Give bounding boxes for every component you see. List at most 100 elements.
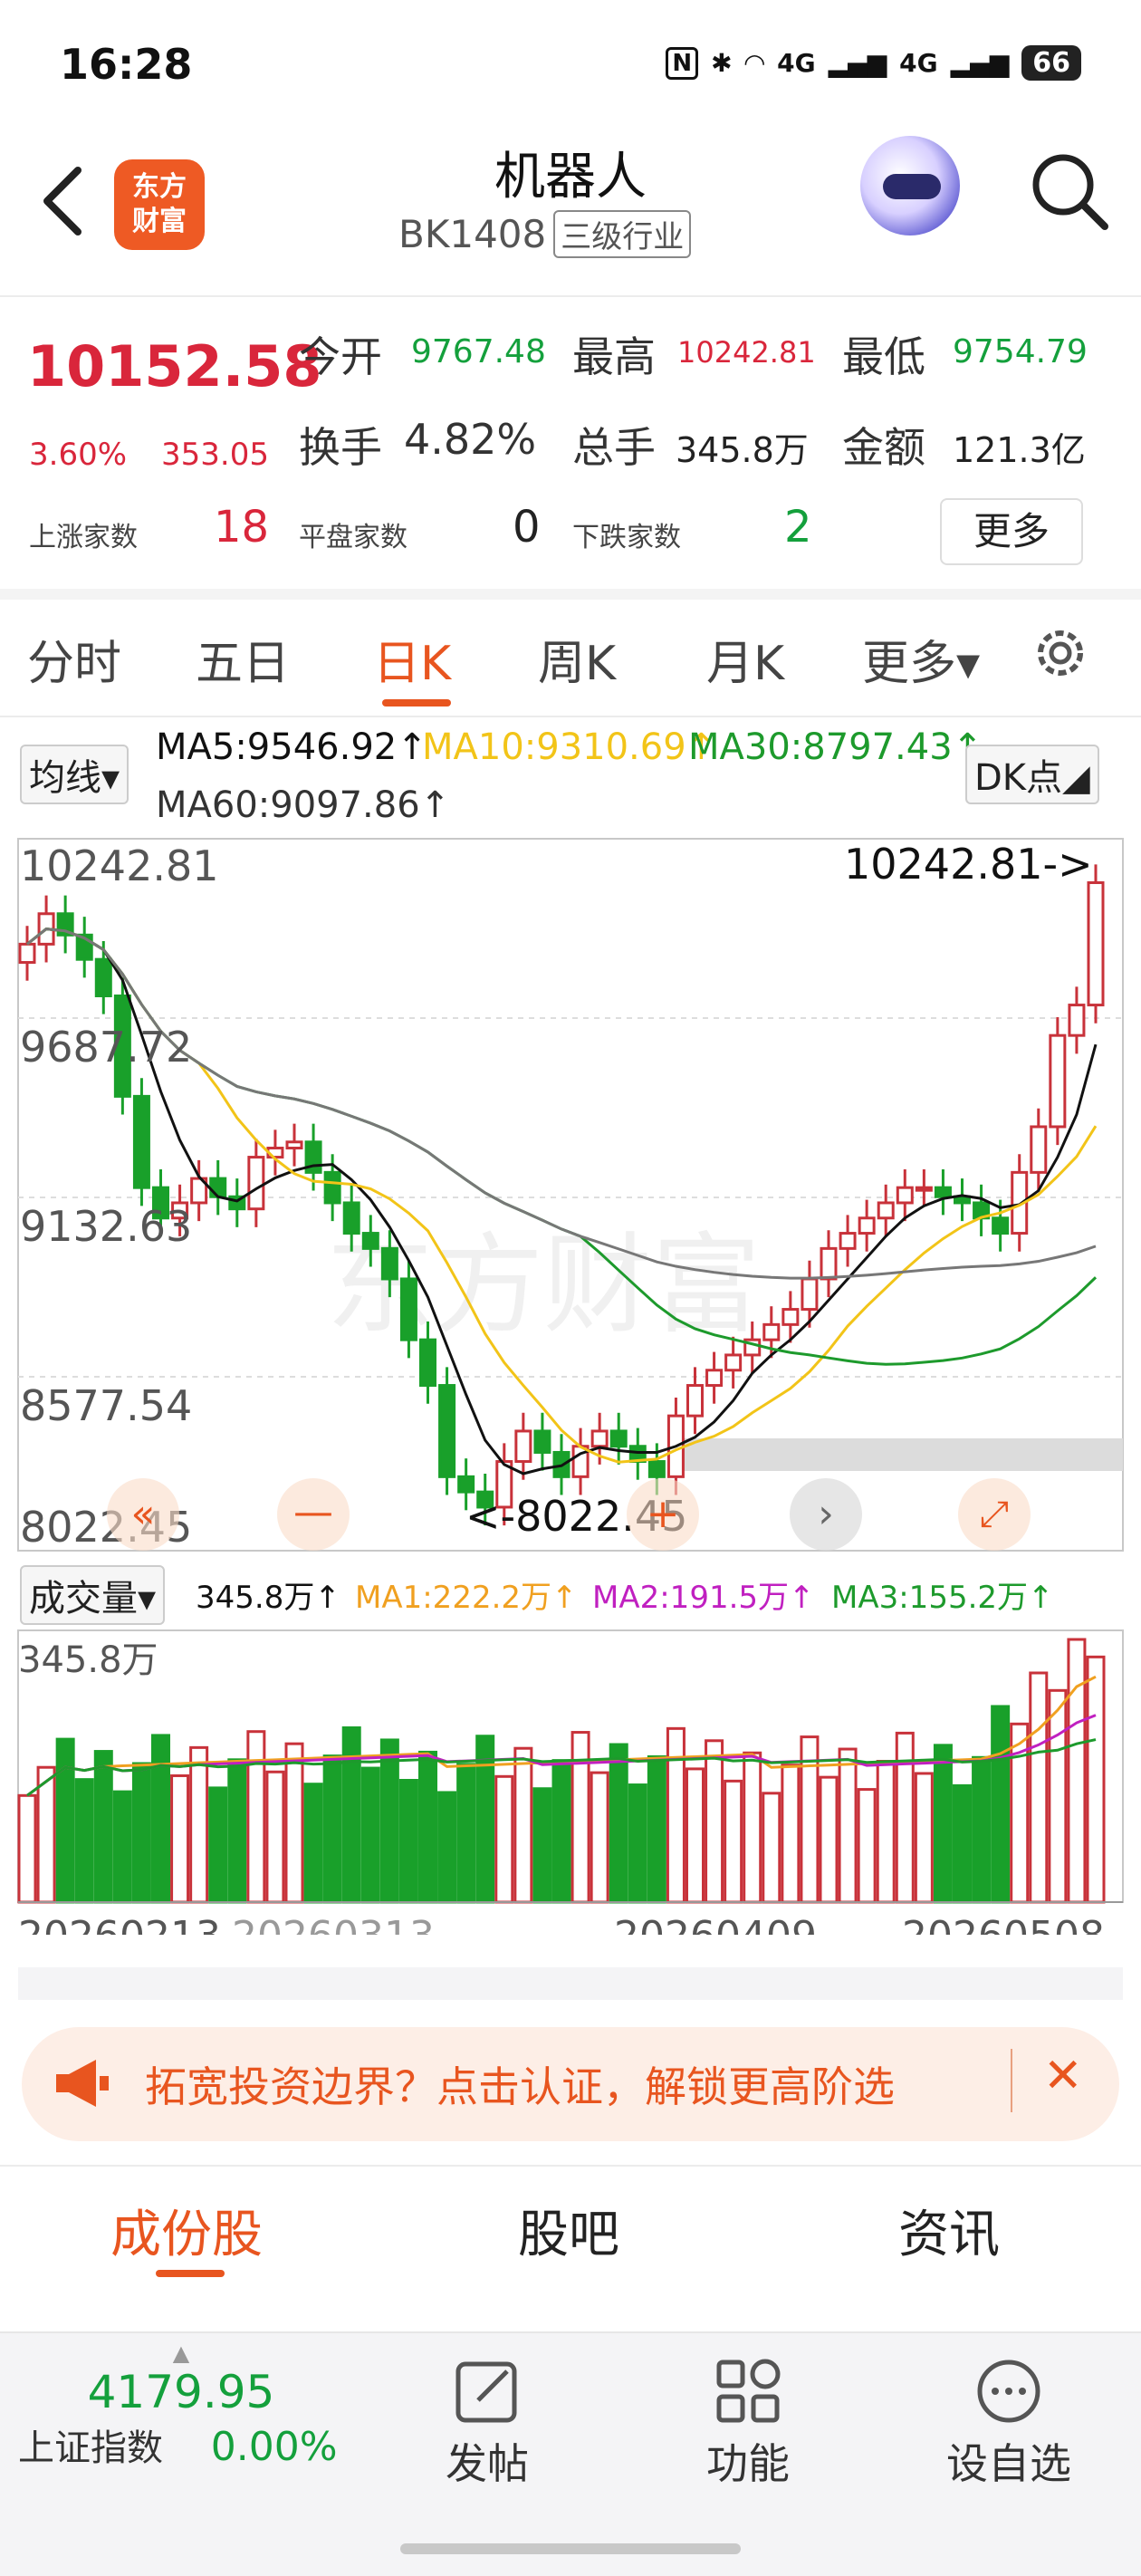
volume-bar (1048, 1688, 1068, 1904)
section-gap (0, 589, 1141, 600)
tab-five-day[interactable]: 五日 (196, 625, 290, 693)
candle-body (380, 1246, 398, 1281)
date-label-4: 20260508 (902, 1913, 1105, 1935)
candle-body (915, 1186, 933, 1192)
status-time: 16:28 (60, 40, 193, 89)
battery-icon: 66 (1021, 45, 1081, 81)
volume-bar (895, 1731, 915, 1904)
tab-constituents[interactable]: 成份股 (110, 2194, 263, 2267)
open-label: 今开 (299, 332, 382, 381)
candle-body (896, 1186, 914, 1205)
wifi-icon: ◠ (744, 48, 765, 78)
volume-bar (532, 1787, 552, 1904)
candle-body (399, 1277, 417, 1341)
sector-code: BK1408 (398, 212, 547, 256)
zoom-out-button[interactable]: — (277, 1478, 350, 1551)
volume-bar (322, 1754, 342, 1904)
more-button[interactable]: 更多 (940, 498, 1083, 565)
y-label-max: 10242.81 (20, 841, 219, 890)
volume-bar (208, 1786, 228, 1904)
dk-point-selector[interactable]: DK点◢ (965, 745, 1099, 804)
volume-bar (857, 1788, 877, 1904)
candle-body (590, 1429, 609, 1448)
volume-bar (647, 1754, 666, 1904)
volume-bar (628, 1783, 647, 1904)
expand-icon: ⤢ (980, 1494, 1009, 1535)
close-icon: ✕ (1043, 2049, 1083, 2103)
volume-bar (914, 1772, 934, 1904)
tab-intraday[interactable]: 分时 (27, 625, 121, 693)
volume-bar (437, 1791, 457, 1904)
tab-news[interactable]: 资讯 (898, 2194, 1000, 2267)
kline-chart[interactable]: 东方财富 10242.81 9687.72 9132.63 8577.54 80… (0, 833, 1141, 1558)
candle-body (705, 1369, 724, 1388)
chart-settings-button[interactable] (1029, 621, 1092, 688)
volume-bar (666, 1726, 686, 1904)
volume-label: 总手 (572, 423, 656, 472)
tab-monthly-k[interactable]: 月K (706, 625, 784, 693)
search-button[interactable] (1029, 150, 1110, 232)
candle-body (686, 1384, 704, 1418)
amount-value: 121.3亿 (953, 430, 1086, 470)
volume-bar (265, 1770, 285, 1904)
scroll-right-button[interactable]: › (790, 1478, 862, 1551)
banner-close-button[interactable]: ✕ (1043, 2049, 1083, 2103)
volume-bar (551, 1759, 571, 1904)
up-count: 18 (214, 502, 270, 553)
candle-body (1087, 881, 1105, 1007)
tab-weekly-k[interactable]: 周K (538, 625, 616, 693)
candle-body (209, 1177, 227, 1198)
tab-forum[interactable]: 股吧 (518, 2194, 619, 2267)
volume-bar (1086, 1655, 1106, 1904)
nav-post[interactable]: 发帖 (388, 2355, 587, 2491)
volume-bar (513, 1746, 533, 1904)
change-absolute: 353.05 (161, 437, 269, 473)
nfc-icon: N (666, 46, 699, 80)
current-price: 10152.58 (27, 333, 322, 399)
volume-indicator-selector[interactable]: 成交量▾ (20, 1565, 166, 1625)
volume-bar (55, 1737, 75, 1904)
ma10-value: MA10:9310.69↑ (422, 726, 717, 768)
volume-bar (246, 1730, 266, 1904)
candle-body (801, 1277, 819, 1312)
tab-more-periods[interactable]: 更多▾ (862, 625, 980, 693)
volume-bar (36, 1765, 56, 1904)
zoom-in-button[interactable]: + (627, 1478, 699, 1551)
down-count: 2 (784, 502, 812, 553)
volume-bar (1029, 1671, 1049, 1904)
scroll-left-button[interactable]: « (107, 1478, 179, 1551)
fullscreen-button[interactable]: ⤢ (958, 1478, 1031, 1551)
volume-bar (781, 1764, 801, 1904)
change-percent: 3.60% (29, 437, 128, 473)
app-logo[interactable]: 东方 财富 (114, 159, 205, 250)
flat-count: 0 (513, 502, 541, 553)
indicator-selector[interactable]: 均线▾ (20, 745, 129, 804)
sector-code-row: BK1408 三级行业 (398, 210, 692, 258)
nav-add-watchlist[interactable]: 设自选 (909, 2355, 1108, 2491)
volume-ma1: MA1:222.2万↑ (355, 1580, 578, 1616)
nav-functions[interactable]: 功能 (648, 2355, 848, 2491)
back-button[interactable] (27, 154, 100, 245)
volume-bar (189, 1745, 209, 1904)
bluetooth-icon: ✱ (711, 48, 733, 78)
candle-body (1030, 1125, 1048, 1174)
candle-body (609, 1429, 628, 1448)
index-ticker[interactable]: ▲ 4179.95 上证指数 0.00% (18, 2341, 344, 2471)
banner-divider (1011, 2049, 1012, 2112)
tab-daily-k[interactable]: 日K (373, 625, 451, 693)
low-value: 9754.79 (953, 333, 1088, 370)
volume-bar (743, 1751, 762, 1904)
volume-value: 345.8万 (676, 430, 809, 470)
volume-bar (494, 1774, 514, 1904)
volume-bar (227, 1758, 247, 1904)
candle-body (342, 1201, 360, 1235)
turnover-label: 换手 (299, 423, 382, 472)
divider (0, 2165, 1141, 2167)
robot-eyes (883, 174, 941, 199)
volume-chart[interactable]: 345.8万 20260213 20260313 20260409 202605… (0, 1627, 1141, 1959)
timeline-scroller[interactable] (18, 1967, 1123, 2000)
volume-bar (609, 1743, 628, 1904)
shaded-zone (670, 1438, 1123, 1471)
status-icons: N ✱ ◠ 4G ▂▄▆ 4G ▂▄▆ 66 (666, 45, 1081, 81)
volume-bar (398, 1779, 418, 1904)
